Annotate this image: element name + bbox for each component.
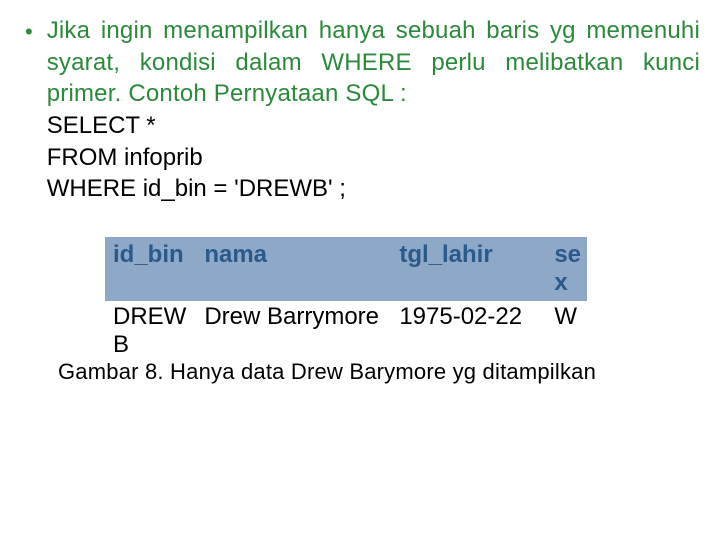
cell-id-bin: DREW B — [105, 301, 196, 361]
table-row: DREW B Drew Barrymore 1975-02-22 W — [105, 301, 587, 361]
sql-where: WHERE id_bin = 'DREWB' ; — [47, 173, 700, 205]
intro-text: Jika ingin menampilkan hanya sebuah bari… — [47, 15, 700, 110]
bullet-marker: • — [25, 17, 33, 48]
table-header-row: id_bin nama tgl_lahir se x — [105, 237, 587, 301]
cell-sex: W — [546, 301, 587, 361]
header-tgl-lahir: tgl_lahir — [391, 237, 546, 301]
cell-nama: Drew Barrymore — [196, 301, 391, 361]
header-nama: nama — [196, 237, 391, 301]
cell-tgl-lahir: 1975-02-22 — [391, 301, 546, 361]
figure-caption: Gambar 8. Hanya data Drew Barymore yg di… — [20, 359, 700, 385]
header-sex: se x — [546, 237, 587, 301]
bullet-item: • Jika ingin menampilkan hanya sebuah ba… — [20, 15, 700, 205]
result-table: id_bin nama tgl_lahir se x DREW B Drew B… — [105, 237, 587, 361]
bullet-content: Jika ingin menampilkan hanya sebuah bari… — [47, 15, 700, 205]
sql-select: SELECT * — [47, 110, 700, 142]
header-id-bin: id_bin — [105, 237, 196, 301]
result-table-wrap: id_bin nama tgl_lahir se x DREW B Drew B… — [105, 237, 700, 361]
sql-from: FROM infoprib — [47, 142, 700, 174]
